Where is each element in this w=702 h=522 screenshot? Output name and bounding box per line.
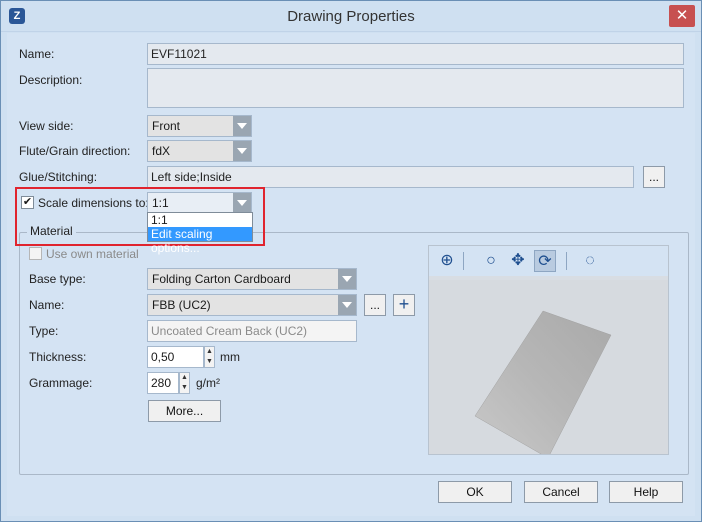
base-type-value: Folding Carton Cardboard [152,272,291,286]
base-type-label: Base type: [29,272,86,286]
chevron-down-icon [338,295,356,315]
material-name-select[interactable]: FBB (UC2) [147,294,357,316]
stepper-up-icon[interactable]: ▲ [205,347,214,357]
help-button[interactable]: Help [609,481,683,503]
stepper-down-icon[interactable]: ▼ [180,383,189,393]
chevron-down-icon [233,141,251,161]
toolbar-separator [463,252,464,270]
material-sheet-render [474,310,612,459]
grammage-input[interactable]: 280 [147,372,179,394]
lightbulb-icon[interactable]: ◌ [579,250,601,272]
view-side-select[interactable]: Front [147,115,252,137]
material-preview: ⊕ ○ ✥ ⟳ ◌ [428,245,669,459]
zoom-icon[interactable]: ○ [480,250,502,272]
zoom-fit-icon[interactable]: ⊕ [436,250,458,272]
scale-option-edit[interactable]: Edit scaling options... [148,227,252,255]
title-bar: Z Drawing Properties ✕ [1,1,701,32]
stepper-up-icon[interactable]: ▲ [180,373,189,383]
use-own-material-checkbox[interactable] [29,247,42,260]
scale-dropdown-list: 1:1 Edit scaling options... [147,212,253,255]
pan-icon[interactable]: ✥ [507,250,529,272]
thickness-label: Thickness: [29,350,87,364]
scale-option-1-1[interactable]: 1:1 [148,213,252,227]
drawing-properties-dialog: Z Drawing Properties ✕ Name: EVF11021 De… [0,0,702,522]
flute-value: fdX [152,144,171,158]
preview-toolbar: ⊕ ○ ✥ ⟳ ◌ [429,246,668,276]
grammage-unit: g/m² [196,376,220,390]
cancel-button[interactable]: Cancel [524,481,598,503]
name-label: Name: [19,47,55,61]
toolbar-separator [566,252,567,270]
ok-button[interactable]: OK [438,481,512,503]
grammage-label: Grammage: [29,376,93,390]
glue-label: Glue/Stitching: [19,170,98,184]
grammage-stepper[interactable]: ▲ ▼ [179,372,190,394]
description-label: Description: [19,73,83,87]
preview-canvas[interactable] [429,280,668,459]
thickness-unit: mm [220,350,240,364]
base-type-select[interactable]: Folding Carton Cardboard [147,268,357,290]
material-browse-button[interactable]: ... [364,294,386,316]
dialog-body: Name: EVF11021 Description: View side: F… [7,33,695,516]
name-field[interactable]: EVF11021 [147,43,684,65]
more-button[interactable]: More... [148,400,221,422]
glue-field[interactable]: Left side;Inside [147,166,634,188]
chevron-down-icon [233,116,251,136]
thickness-stepper[interactable]: ▲ ▼ [204,346,215,368]
rotate-icon[interactable]: ⟳ [534,250,556,272]
stepper-down-icon[interactable]: ▼ [205,357,214,367]
use-own-material-label: Use own material [46,247,139,261]
description-field[interactable] [147,68,684,108]
type-label: Type: [29,324,59,338]
view-side-label: View side: [19,119,74,133]
flute-label: Flute/Grain direction: [19,144,131,158]
material-name-value: FBB (UC2) [152,298,211,312]
view-side-value: Front [152,119,181,133]
chevron-down-icon [338,269,356,289]
window-title: Drawing Properties [287,8,415,25]
glue-browse-button[interactable]: ... [643,166,665,188]
material-name-label: Name: [29,298,65,312]
type-field[interactable]: Uncoated Cream Back (UC2) [147,320,357,342]
close-button[interactable]: ✕ [669,5,695,27]
flute-select[interactable]: fdX [147,140,252,162]
thickness-input[interactable]: 0,50 [147,346,204,368]
add-material-button[interactable]: + [393,294,415,316]
